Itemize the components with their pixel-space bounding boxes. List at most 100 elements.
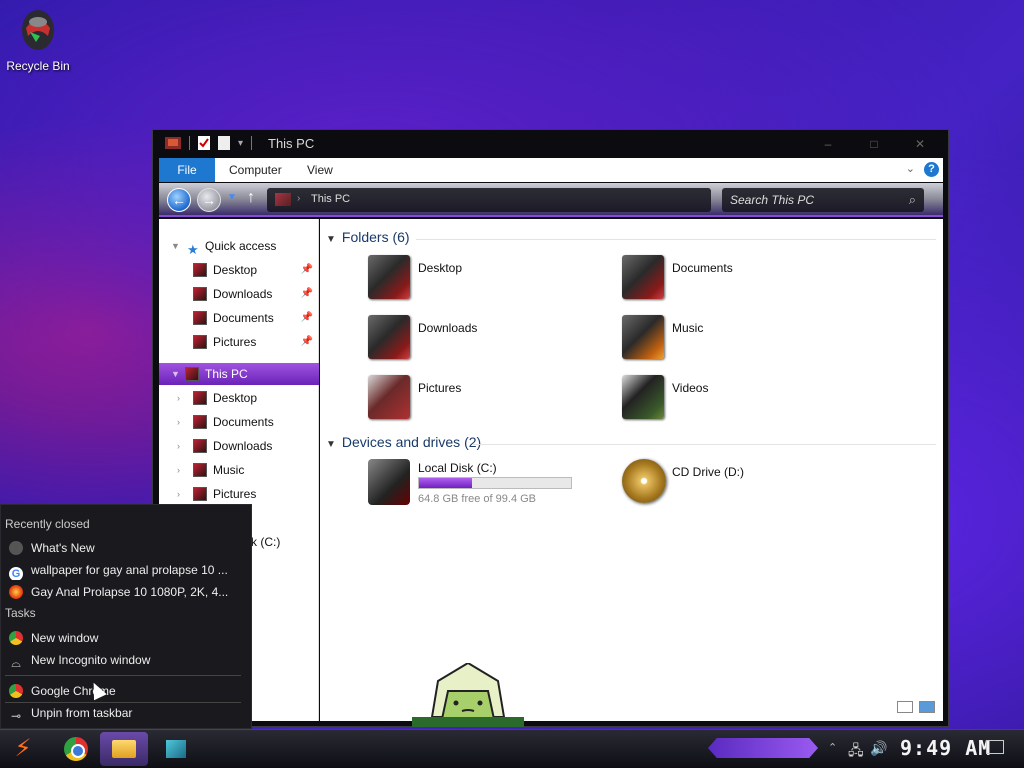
collapse-icon[interactable]: ▼ — [171, 363, 180, 385]
explorer-window: ▾ This PC – □ ✕ File Computer View ⌄ ? ←… — [152, 129, 949, 727]
nav-pc-music[interactable]: › Music — [159, 459, 319, 481]
music-folder-icon — [193, 463, 207, 477]
jump-item-new-incognito[interactable]: ⌓ New Incognito window — [5, 650, 245, 670]
downloads-folder-icon — [193, 439, 207, 453]
expand-icon[interactable]: › — [177, 483, 180, 505]
recent-locations-icon[interactable]: ▼ — [227, 192, 237, 203]
nav-pc-desktop[interactable]: › Desktop — [159, 387, 319, 409]
folder-label: Pictures — [418, 381, 462, 395]
recently-closed-header: Recently closed — [5, 517, 90, 531]
toolbar-separator — [251, 136, 253, 150]
volume-icon[interactable]: 🔊 — [870, 740, 887, 757]
maximize-button[interactable]: □ — [852, 134, 896, 154]
nav-quick-access[interactable]: ▼ ★ Quick access — [159, 235, 319, 257]
taskbar-app-button[interactable] — [156, 732, 200, 766]
taskbar-chrome-button[interactable] — [54, 732, 98, 766]
large-icons-view-icon[interactable] — [919, 701, 935, 713]
recycle-bin-desktop-icon[interactable]: Recycle Bin — [4, 6, 72, 73]
tab-view[interactable]: View — [307, 158, 333, 182]
pictures-folder-icon — [368, 375, 410, 419]
flame-site-icon — [9, 585, 23, 599]
jump-item-whats-new[interactable]: What's New — [5, 538, 245, 558]
minimize-button[interactable]: – — [806, 134, 850, 154]
group-divider — [416, 239, 936, 240]
jump-item-recent[interactable]: Gwallpaper for gay anal prolapse 10 ... — [5, 560, 245, 580]
properties-icon[interactable] — [198, 136, 210, 150]
forward-button[interactable]: → — [197, 188, 221, 212]
network-icon[interactable]: 🖧 — [848, 740, 864, 764]
expand-icon[interactable]: › — [177, 411, 180, 433]
breadcrumb[interactable]: This PC — [311, 193, 350, 205]
desktop-folder-icon — [193, 263, 207, 277]
nav-pc-downloads[interactable]: › Downloads — [159, 435, 319, 457]
nav-qa-downloads[interactable]: Downloads 📌 — [159, 283, 319, 305]
star-icon: ★ — [187, 242, 199, 257]
nav-qa-documents[interactable]: Documents 📌 — [159, 307, 319, 329]
collapse-icon[interactable]: ▼ — [326, 439, 336, 450]
folder-downloads[interactable]: Downloads — [368, 315, 608, 369]
nav-pc-documents[interactable]: › Documents — [159, 411, 319, 433]
search-icon[interactable]: ⌕ — [909, 192, 916, 208]
folder-label: Videos — [672, 381, 709, 395]
nav-qa-desktop[interactable]: Desktop 📌 — [159, 259, 319, 281]
tab-computer[interactable]: Computer — [229, 158, 282, 182]
customize-qat-icon[interactable]: ▾ — [238, 138, 243, 149]
pin-icon: 📌 — [300, 336, 313, 347]
jump-item-label: Unpin from taskbar — [31, 706, 133, 720]
drive-local-disk-c[interactable]: Local Disk (C:) 64.8 GB free of 99.4 GB — [368, 459, 608, 513]
details-view-icon[interactable] — [897, 701, 913, 713]
address-bar[interactable]: › This PC — [267, 188, 711, 212]
nav-pc-pictures[interactable]: › Pictures — [159, 483, 319, 505]
folder-icon — [112, 740, 136, 758]
show-hidden-icons-icon[interactable]: ⌃ — [828, 741, 837, 754]
taskbar-jump-list: Recently closed What's New Gwallpaper fo… — [0, 504, 252, 729]
folder-videos[interactable]: Videos — [622, 375, 862, 429]
search-input[interactable]: Search This PC ⌕ — [722, 188, 924, 212]
tab-file[interactable]: File — [159, 158, 215, 182]
expand-ribbon-icon[interactable]: ⌄ — [906, 162, 915, 175]
expand-icon[interactable]: › — [177, 459, 180, 481]
jump-item-open-app[interactable]: Google Chrome — [5, 681, 245, 701]
drive-label: CD Drive (D:) — [672, 465, 744, 479]
nav-label: Documents — [213, 415, 274, 429]
up-button[interactable]: ↑ — [247, 189, 255, 207]
jump-item-unpin[interactable]: ⊸ Unpin from taskbar — [5, 703, 245, 723]
folders-group-header[interactable]: ▼ Folders (6) — [326, 229, 410, 251]
collapse-icon[interactable]: ▼ — [326, 234, 336, 245]
folder-music[interactable]: Music — [622, 315, 862, 369]
drive-label: Local Disk (C:) — [418, 461, 497, 475]
action-center-icon[interactable] — [986, 740, 1004, 754]
start-button[interactable]: ⚡ — [6, 734, 40, 764]
drive-usage-bar — [418, 477, 572, 489]
back-button[interactable]: ← — [167, 188, 191, 212]
downloads-folder-icon — [368, 315, 410, 359]
collapse-icon[interactable]: ▼ — [171, 235, 180, 257]
nav-label: Desktop — [213, 391, 258, 405]
jump-item-new-window[interactable]: New window — [5, 628, 245, 648]
taskbar-file-explorer-button[interactable] — [100, 732, 148, 766]
pictures-folder-icon — [193, 335, 207, 349]
drives-group-header[interactable]: ▼ Devices and drives (2) — [326, 434, 481, 456]
expand-icon[interactable]: › — [177, 435, 180, 457]
chrome-page-icon — [9, 541, 23, 555]
new-folder-icon[interactable] — [218, 136, 230, 150]
clock[interactable]: 9:49 AM — [900, 736, 991, 760]
jump-list-divider — [5, 675, 241, 676]
expand-icon[interactable]: › — [177, 387, 180, 409]
nav-qa-pictures[interactable]: Pictures 📌 — [159, 331, 319, 353]
folder-label: Desktop — [418, 261, 463, 275]
folder-label: Music — [672, 321, 704, 335]
folder-documents[interactable]: Documents — [622, 255, 862, 309]
folder-pictures[interactable]: Pictures — [368, 375, 608, 429]
jump-item-recent[interactable]: Gay Anal Prolapse 10 1080P, 2K, 4... — [5, 582, 245, 602]
search-placeholder: Search This PC — [730, 193, 815, 207]
documents-folder-icon — [622, 255, 664, 299]
folder-desktop[interactable]: Desktop — [368, 255, 608, 309]
chrome-icon — [64, 737, 88, 761]
help-icon[interactable]: ? — [924, 162, 939, 177]
drive-cd-d[interactable]: CD Drive (D:) — [622, 459, 862, 513]
title-bar[interactable]: ▾ This PC – □ ✕ — [153, 130, 948, 158]
breadcrumb-arrow-icon[interactable]: › — [297, 193, 300, 204]
nav-this-pc[interactable]: ▼ This PC — [159, 363, 319, 385]
close-button[interactable]: ✕ — [898, 134, 942, 154]
